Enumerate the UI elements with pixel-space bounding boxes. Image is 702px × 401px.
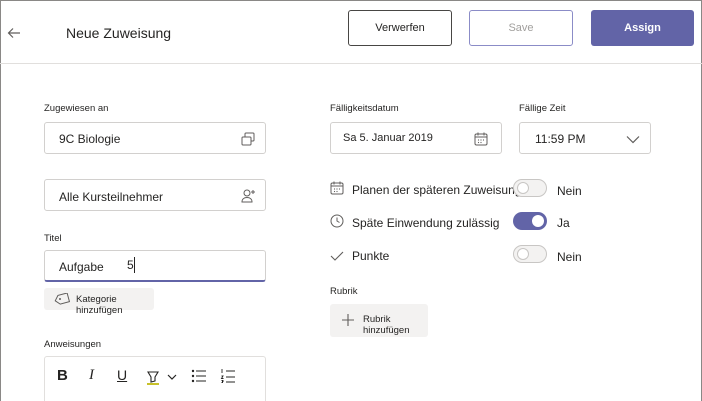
- text-cursor: [134, 257, 135, 273]
- assign-button[interactable]: Assign: [591, 10, 694, 46]
- assigned-to-label: Zugewiesen an: [44, 103, 109, 114]
- late-submission-toggle[interactable]: [513, 212, 547, 230]
- discard-button[interactable]: Verwerfen: [348, 10, 452, 46]
- points-state: Nein: [557, 250, 582, 264]
- page-title: Neue Zuweisung: [66, 25, 172, 41]
- title-input[interactable]: Aufgabe 5: [44, 250, 266, 282]
- late-submission-label: Späte Einwendung zulässig: [352, 216, 500, 230]
- add-person-icon[interactable]: [241, 188, 257, 204]
- schedule-later-label: Planen der späteren Zuweisung: [352, 183, 522, 197]
- back-arrow-icon[interactable]: [5, 24, 23, 42]
- clock-icon: [330, 214, 344, 228]
- due-time-label: Fällige Zeit: [519, 103, 566, 114]
- rubric-label: Rubrik: [330, 286, 358, 297]
- due-date-value: Sa 5. Januar 2019: [343, 132, 433, 144]
- class-selector[interactable]: 9C Biologie: [44, 122, 266, 154]
- class-value: 9C Biologie: [59, 132, 121, 146]
- toggle-knob: [532, 215, 544, 227]
- late-submission-state: Ja: [557, 216, 570, 230]
- add-category-button[interactable]: Kategorie hinzufügen: [44, 288, 154, 316]
- highlighter-icon[interactable]: [145, 369, 161, 385]
- schedule-later-state: Nein: [557, 184, 582, 198]
- due-date-label: Fälligkeitsdatum: [330, 103, 399, 114]
- add-category-label: Kategorie hinzufügen: [76, 294, 123, 316]
- header-bar: Neue Zuweisung Verwerfen Save Assign: [0, 0, 702, 64]
- tag-icon: [54, 293, 70, 305]
- add-rubric-button[interactable]: Rubrik hinzufügen: [330, 304, 428, 337]
- chevron-down-icon[interactable]: [626, 135, 640, 144]
- italic-icon[interactable]: I: [89, 367, 94, 384]
- schedule-later-toggle[interactable]: [513, 179, 547, 197]
- calendar-icon: [330, 181, 344, 195]
- copy-icon[interactable]: [241, 132, 255, 146]
- add-rubric-label: Rubrik hinzufügen: [363, 314, 410, 336]
- instructions-toolbar: B I U: [44, 356, 266, 401]
- plus-icon: [342, 314, 354, 326]
- instructions-label: Anweisungen: [44, 339, 102, 350]
- title-label: Titel: [44, 233, 62, 244]
- due-date-picker[interactable]: Sa 5. Januar 2019: [330, 122, 502, 154]
- underline-icon[interactable]: U: [117, 367, 127, 383]
- title-value: Aufgabe: [59, 260, 104, 274]
- students-value: Alle Kursteilnehmer: [59, 190, 164, 204]
- cursor-text: 5: [127, 258, 134, 272]
- numbered-list-icon[interactable]: [220, 368, 236, 384]
- save-button[interactable]: Save: [469, 10, 573, 46]
- due-time-select[interactable]: 11:59 PM: [519, 122, 651, 154]
- students-selector[interactable]: Alle Kursteilnehmer: [44, 179, 266, 211]
- due-time-value: 11:59 PM: [535, 132, 586, 146]
- calendar-icon[interactable]: [474, 132, 488, 146]
- bold-icon[interactable]: B: [57, 367, 68, 384]
- toggle-knob: [517, 248, 529, 260]
- bullet-list-icon[interactable]: [191, 369, 207, 383]
- toggle-knob: [517, 182, 529, 194]
- points-toggle[interactable]: [513, 245, 547, 263]
- points-label: Punkte: [352, 249, 390, 263]
- chevron-down-icon[interactable]: [167, 373, 177, 381]
- checkmark-icon: [330, 251, 344, 261]
